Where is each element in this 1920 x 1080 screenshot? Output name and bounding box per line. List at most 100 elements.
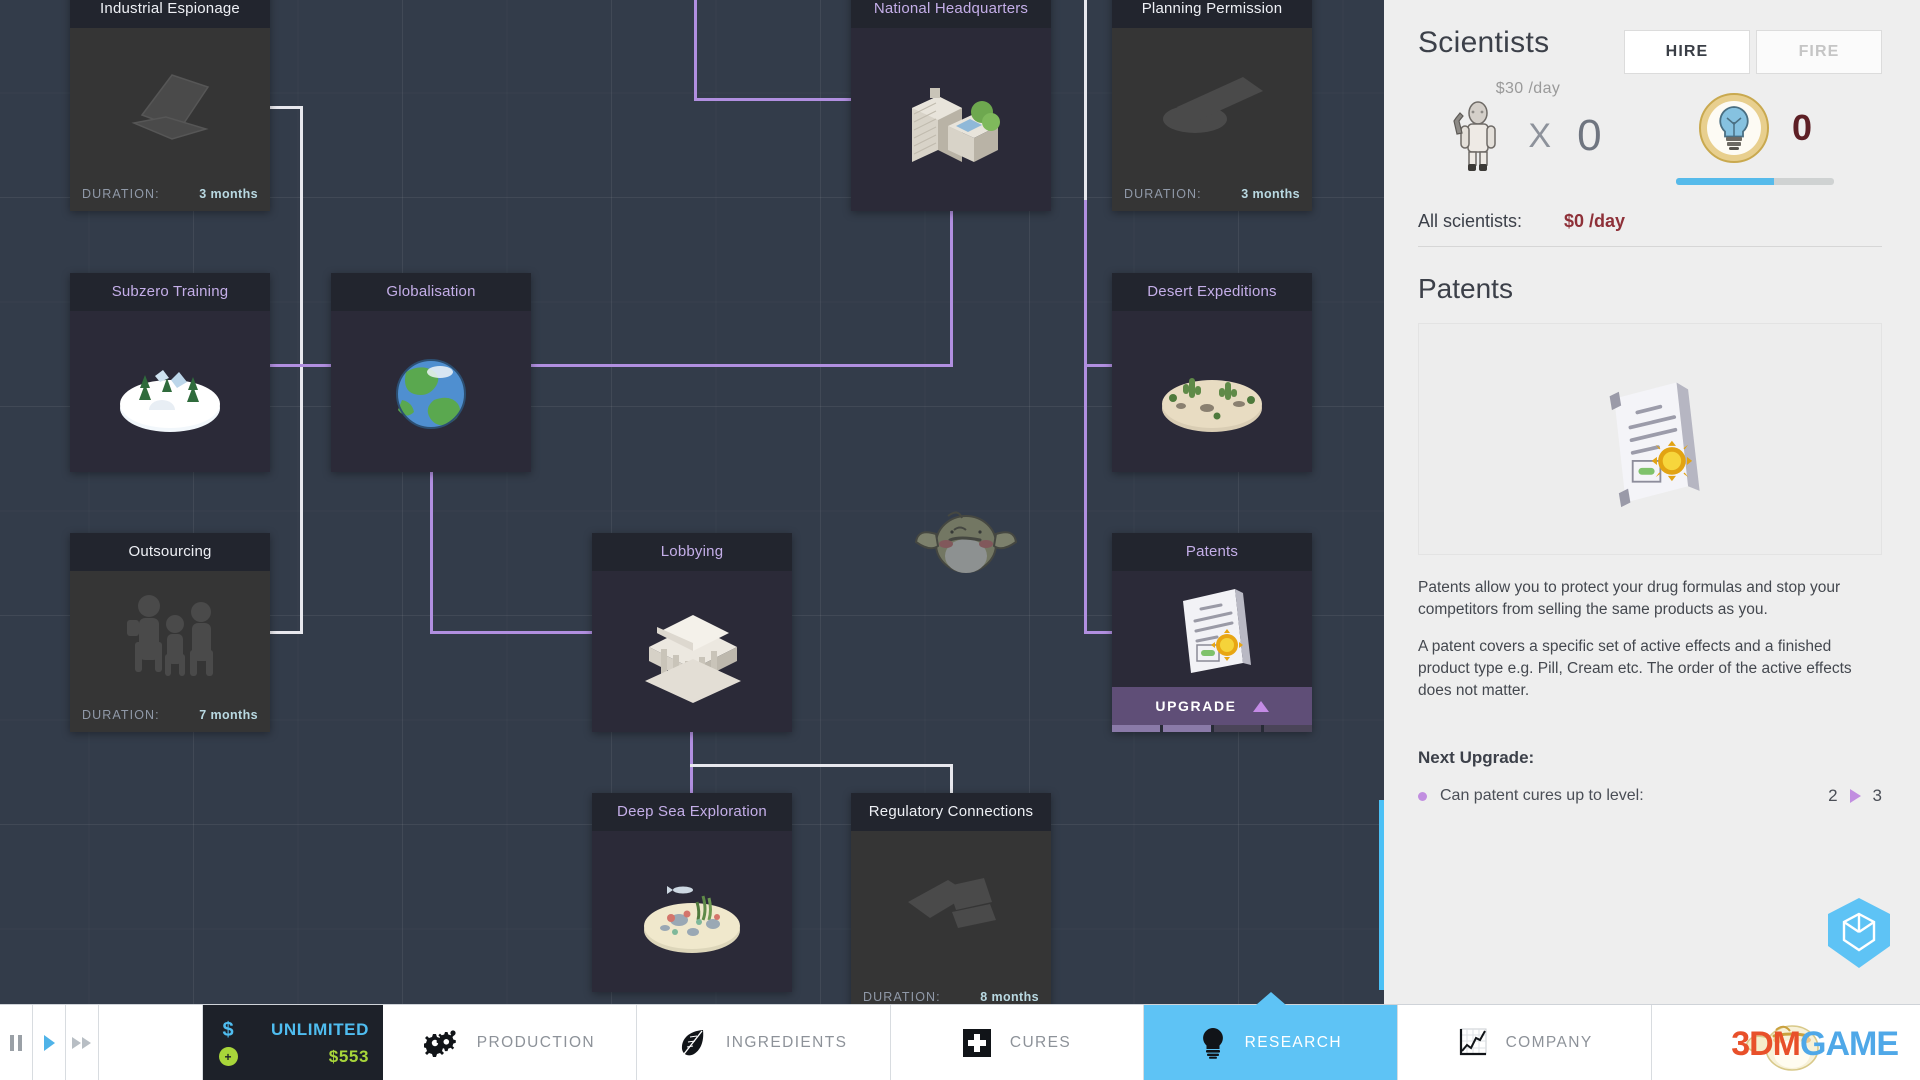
research-node-industrial-espionage[interactable]: Industrial Espionage DURATION: 3 months xyxy=(70,0,270,211)
fast-forward-button[interactable] xyxy=(66,1005,99,1080)
node-title: Outsourcing xyxy=(70,533,270,571)
triangle-up-icon xyxy=(1252,700,1269,712)
link-white-5 xyxy=(690,764,953,767)
node-duration: DURATION: 3 months xyxy=(70,176,270,211)
research-tree-canvas[interactable]: Industrial Espionage DURATION: 3 months … xyxy=(0,0,1384,1004)
link-purple-5 xyxy=(531,364,952,367)
node-duration: DURATION: 3 months xyxy=(1112,176,1312,211)
tab-label: COMPANY xyxy=(1505,1033,1593,1051)
scientist-price: $30 /day xyxy=(1495,80,1561,97)
research-node-outsourcing[interactable]: Outsourcing DURATION: 7 months xyxy=(70,533,270,732)
duration-value: 7 months xyxy=(199,707,258,722)
money-display: $ UNLIMITED + $553 xyxy=(203,1005,383,1080)
cash-value-line: + $553 xyxy=(217,1047,369,1067)
link-purple-13 xyxy=(690,730,693,796)
tab-company[interactable]: COMPANY xyxy=(1398,1005,1652,1080)
research-node-regulatory-connections[interactable]: Regulatory Connections DURATION: 8 month… xyxy=(851,793,1051,1004)
upgrade-label: UPGRADE xyxy=(1155,698,1237,714)
duration-value: 3 months xyxy=(1241,186,1300,201)
lightbulb-icon xyxy=(1202,1027,1223,1059)
arrow-right-icon xyxy=(1849,789,1861,803)
patents-description: Patents allow you to protect your drug f… xyxy=(1418,577,1882,702)
scientist-count-block: $30 /day X 0 xyxy=(1418,80,1628,172)
research-node-patents[interactable]: Patents UPGRADE xyxy=(1112,533,1312,732)
fire-button[interactable]: FIRE xyxy=(1756,30,1882,74)
node-title: Globalisation xyxy=(331,273,531,311)
node-art-temple-icon xyxy=(592,571,792,732)
research-node-planning-permission[interactable]: Planning Permission DURATION: 3 months xyxy=(1112,0,1312,211)
node-art-buildings-icon xyxy=(851,28,1051,211)
patents-section-title: Patents xyxy=(1418,273,1513,304)
node-title: Desert Expeditions xyxy=(1112,273,1312,311)
node-title: Planning Permission xyxy=(1112,0,1312,28)
duration-value: 3 months xyxy=(199,186,258,201)
link-purple-7 xyxy=(1084,200,1087,366)
duration-label: DURATION: xyxy=(82,707,160,722)
node-upgrade-button[interactable]: UPGRADE xyxy=(1112,687,1312,725)
link-white-3 xyxy=(300,106,303,634)
gears-icon xyxy=(423,1029,456,1057)
page-title: Scientists xyxy=(1418,26,1550,59)
tab-cures[interactable]: CURES xyxy=(890,1005,1145,1080)
tab-production[interactable]: PRODUCTION xyxy=(383,1005,637,1080)
research-points-row: 0 xyxy=(1698,92,1812,164)
node-art-desert-island-icon xyxy=(1112,311,1312,472)
play-icon xyxy=(44,1034,55,1051)
node-art-workers-icon xyxy=(70,571,270,697)
toolbar-spacer xyxy=(99,1005,203,1080)
research-node-desert-expeditions[interactable]: Desert Expeditions xyxy=(1112,273,1312,472)
all-scientists-label: All scientists: xyxy=(1418,211,1523,231)
research-node-lobbying[interactable]: Lobbying xyxy=(592,533,792,732)
link-purple-12 xyxy=(430,631,594,634)
duration-label: DURATION: xyxy=(1124,186,1202,201)
all-scientists-cost: $0 /day xyxy=(1564,211,1626,231)
pause-button[interactable] xyxy=(0,1005,33,1080)
tab-label: INGREDIENTS xyxy=(726,1033,848,1051)
research-node-national-headquarters[interactable]: National Headquarters xyxy=(851,0,1051,211)
research-progress-bar xyxy=(1676,178,1834,185)
node-art-certificate-icon xyxy=(1112,571,1312,687)
research-progress-fill xyxy=(1676,178,1774,185)
node-title: Regulatory Connections xyxy=(851,793,1051,831)
node-art-sea-island-icon xyxy=(592,831,792,992)
play-button[interactable] xyxy=(33,1005,66,1080)
cash-value: $553 xyxy=(328,1046,369,1066)
research-node-subzero-training[interactable]: Subzero Training xyxy=(70,273,270,472)
research-node-globalisation[interactable]: Globalisation xyxy=(331,273,531,472)
pip xyxy=(1112,725,1160,732)
link-white-6 xyxy=(950,764,953,796)
pip xyxy=(1162,725,1211,732)
bottom-navigation-bar: $ UNLIMITED + $553 PRODUCTION INGREDIENT… xyxy=(0,1004,1920,1080)
duration-label: DURATION: xyxy=(82,186,160,201)
game-logo xyxy=(1651,1005,1920,1080)
link-white-2 xyxy=(270,106,303,109)
next-upgrade-row: Can patent cures up to level: 2 3 xyxy=(1418,786,1882,806)
node-title: Deep Sea Exploration xyxy=(592,793,792,831)
tab-ingredients[interactable]: INGREDIENTS xyxy=(636,1005,891,1080)
node-title: National Headquarters xyxy=(851,0,1051,28)
big-pharma-logo-badge xyxy=(1828,898,1890,968)
pip xyxy=(1264,725,1312,732)
node-art-globe-icon xyxy=(331,311,531,472)
multiply-symbol: X xyxy=(1528,116,1552,155)
cash-unlimited-value: UNLIMITED xyxy=(271,1020,369,1039)
all-scientists-row: All scientists: $0 /day xyxy=(1418,211,1882,232)
node-art-snow-island-icon xyxy=(70,311,270,472)
link-purple-10 xyxy=(1084,631,1114,634)
duck-logo-icon xyxy=(1745,1024,1819,1071)
tab-research[interactable]: RESEARCH xyxy=(1144,1005,1399,1080)
node-duration: DURATION: 7 months xyxy=(70,697,270,732)
tab-label: RESEARCH xyxy=(1244,1033,1342,1051)
fast-forward-icon xyxy=(72,1036,91,1049)
link-white-4 xyxy=(270,631,303,634)
research-node-deep-sea-exploration[interactable]: Deep Sea Exploration xyxy=(592,793,792,992)
link-purple-6 xyxy=(950,200,953,367)
next-upgrade-current: 2 xyxy=(1828,786,1838,805)
link-purple-8 xyxy=(1084,364,1114,367)
leaf-icon xyxy=(681,1029,704,1055)
scientist-counter: X 0 xyxy=(1418,100,1628,172)
lightbulb-badge-icon xyxy=(1698,93,1769,163)
hire-button[interactable]: HIRE xyxy=(1624,30,1750,74)
research-points-value: 0 xyxy=(1791,107,1813,148)
scientist-icon xyxy=(1453,101,1497,171)
